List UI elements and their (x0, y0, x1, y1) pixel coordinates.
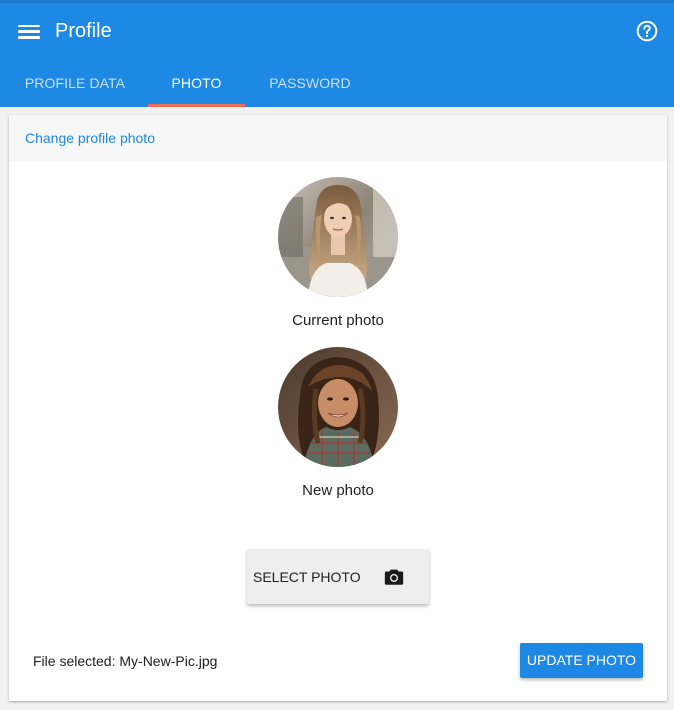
select-photo-button[interactable]: SELECT PHOTO (247, 549, 429, 604)
app-header: Profile PROFILE DATA PHOTO PASSWORD (0, 0, 674, 107)
current-photo-caption: Current photo (292, 312, 384, 329)
update-photo-button[interactable]: UPDATE PHOTO (520, 643, 643, 678)
header-top-border (0, 0, 674, 3)
new-photo-avatar (278, 347, 398, 467)
photo-card: Change profile photo Current photo New p… (9, 115, 667, 701)
card-title: Change profile photo (25, 130, 155, 146)
camera-icon (384, 569, 404, 585)
select-photo-label: SELECT PHOTO (253, 569, 361, 585)
active-tab-indicator (148, 104, 245, 107)
current-photo-avatar (278, 177, 398, 297)
card-header: Change profile photo (9, 115, 667, 161)
file-selected-text: File selected: My-New-Pic.jpg (33, 653, 218, 669)
page-title: Profile (55, 20, 112, 42)
help-circle-icon[interactable] (635, 19, 659, 43)
hamburger-menu-icon[interactable] (18, 21, 40, 41)
tab-password[interactable]: PASSWORD (257, 60, 363, 107)
tab-photo[interactable]: PHOTO (148, 60, 245, 107)
tab-profile-data[interactable]: PROFILE DATA (14, 60, 136, 107)
tab-bar: PROFILE DATA PHOTO PASSWORD (0, 60, 674, 107)
new-photo-caption: New photo (302, 482, 374, 499)
